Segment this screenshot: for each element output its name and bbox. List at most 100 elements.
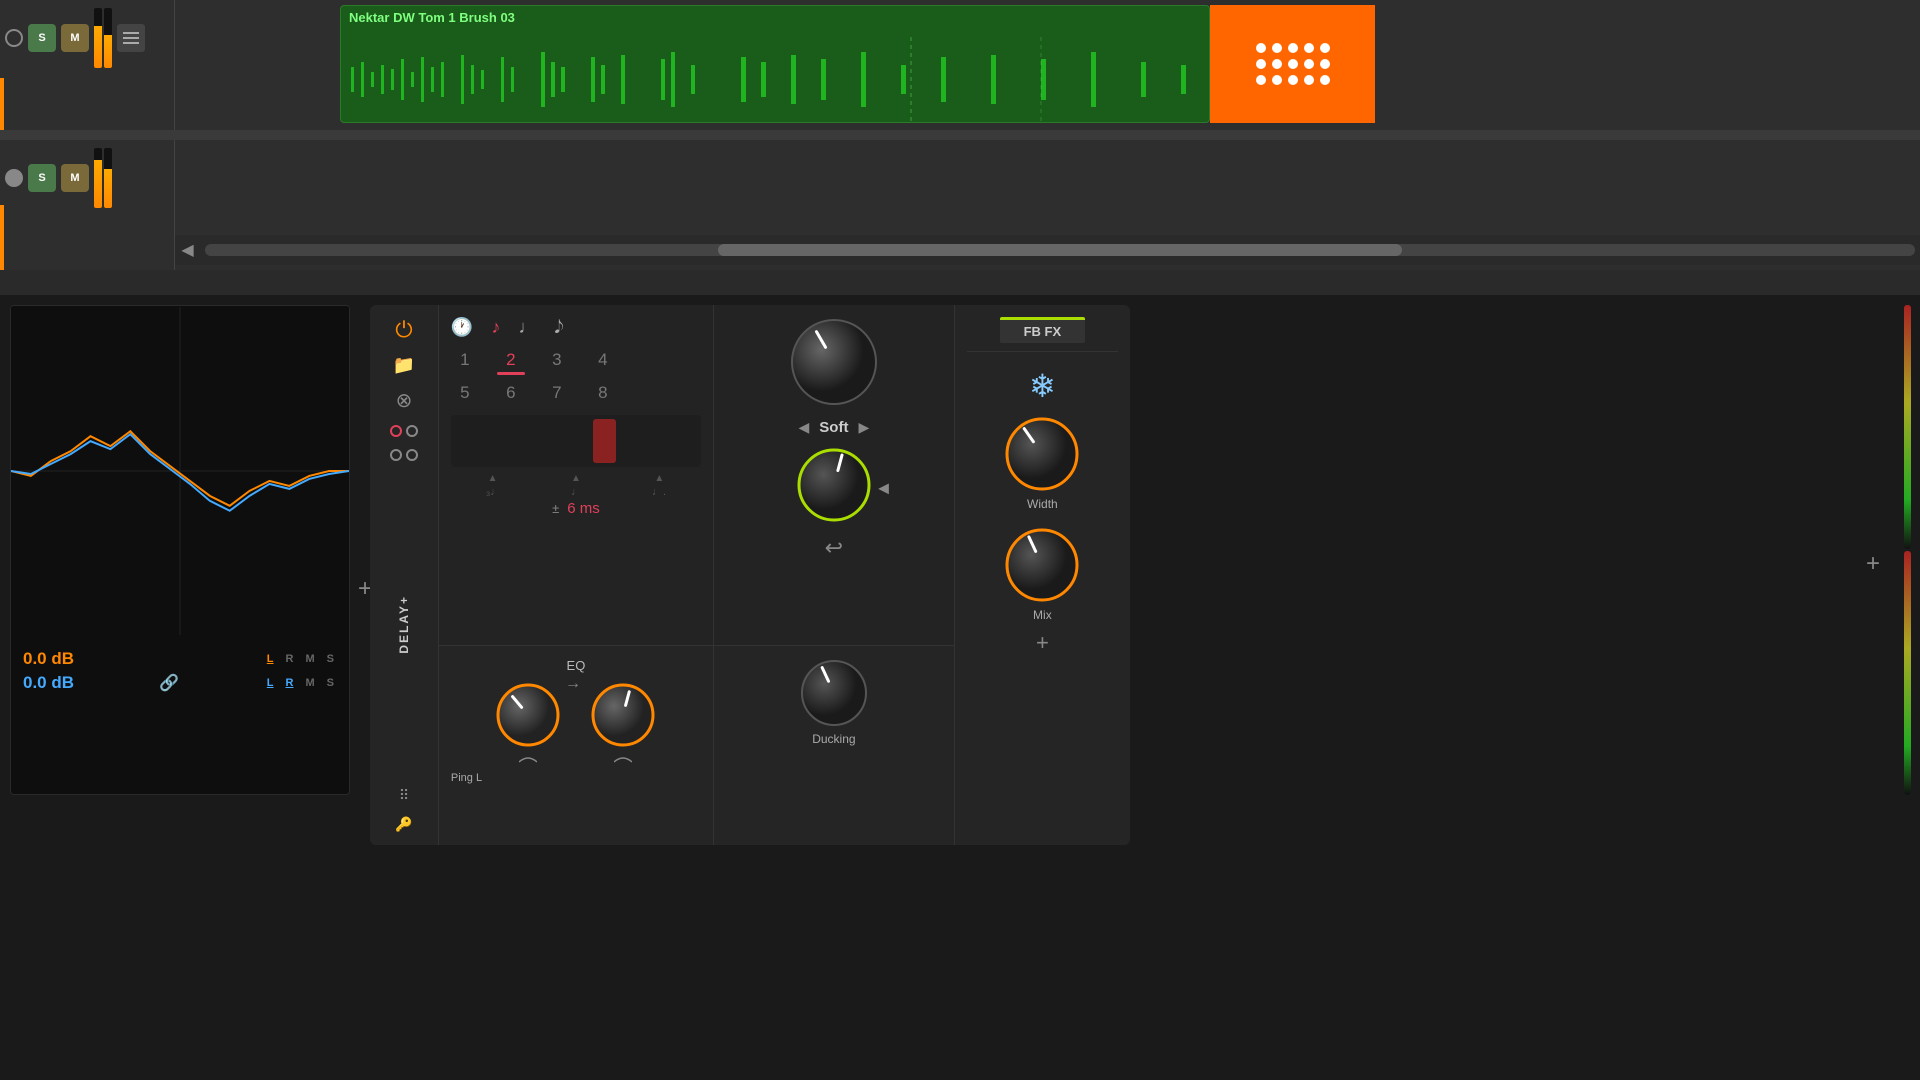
eq-knob-1[interactable] — [496, 683, 561, 748]
eq-knob-2-wrap — [591, 683, 656, 764]
s-btn-orange[interactable]: S — [324, 652, 337, 666]
width-label: Width — [1027, 497, 1058, 511]
scroll-left-arrow[interactable]: ◀ — [175, 238, 200, 263]
fbfx-col: FB FX ❄ Width — [955, 305, 1130, 845]
right-meter-strip — [1899, 305, 1915, 795]
track1-mute[interactable]: M — [61, 24, 89, 52]
track1-controls: S M — [0, 0, 175, 130]
chain-icon[interactable]: 🔗 — [159, 673, 179, 693]
note-icon-2[interactable]: ♩ — [518, 317, 536, 338]
step-7[interactable]: 7 — [543, 383, 571, 403]
plugin-link-icon[interactable]: ⊗ — [396, 388, 413, 413]
plugin-circles2-icon[interactable] — [390, 449, 418, 461]
analyzer-info: 0.0 dB L R M S 0.0 dB 🔗 L R M S — [11, 641, 349, 705]
second-knob[interactable] — [795, 446, 873, 524]
timeline-bar[interactable] — [451, 415, 701, 467]
track-row-1: S M Nektar DW Tom 1 Brush 03 — [0, 0, 1920, 130]
bottom-panel: 0.0 dB L R M S 0.0 dB 🔗 L R M S — [0, 295, 1920, 1080]
clock-icon[interactable]: 🕐 — [451, 317, 473, 338]
main-knob[interactable] — [789, 317, 879, 407]
tl-arrow-1: ▲ — [488, 473, 498, 484]
eq-curve-2 — [614, 752, 632, 764]
track1-orange-bar — [0, 78, 4, 130]
step-4[interactable]: 4 — [589, 350, 617, 375]
plugin-circles-icon[interactable] — [390, 425, 418, 437]
ducking-wrap: Ducking — [726, 658, 942, 746]
step-2[interactable]: 2 — [497, 350, 525, 375]
step-8[interactable]: 8 — [589, 383, 617, 403]
step-6[interactable]: 6 — [497, 383, 525, 403]
main-knob-wrap — [726, 317, 942, 407]
soft-prev-btn[interactable]: ◀ — [799, 419, 810, 436]
track2-controls: S M — [0, 140, 175, 270]
fbfx-title: FB FX — [1000, 317, 1086, 343]
right-meter-bar-1 — [1904, 305, 1911, 549]
right-meter-bar-2 — [1904, 551, 1911, 795]
s-btn-blue[interactable]: S — [324, 676, 337, 690]
ping-label: Ping L — [451, 772, 482, 784]
tl-arrows: ▲ ▲ ▲ — [451, 473, 701, 484]
db-orange: 0.0 dB — [23, 649, 74, 669]
analyzer-section: 0.0 dB L R M S 0.0 dB 🔗 L R M S — [10, 305, 350, 795]
step-row-1: 1 2 3 4 — [451, 350, 701, 375]
track1-record[interactable] — [5, 29, 23, 47]
track2-record[interactable] — [5, 169, 23, 187]
delay-timing-section: 🕐 ♪ ♩ 𝅘𝅥𝅮 1 2 3 4 5 6 7 8 — [439, 305, 713, 645]
audio-clip: Nektar DW Tom 1 Brush 03 — [340, 5, 1210, 123]
track2-solo[interactable]: S — [28, 164, 56, 192]
delay-plugin-label: DELAY+ — [397, 595, 411, 654]
delay-middle-col: 🕐 ♪ ♩ 𝅘𝅥𝅮 1 2 3 4 5 6 7 8 — [439, 305, 714, 845]
fbfx-header: FB FX — [967, 317, 1118, 352]
r-btn-orange[interactable]: R — [283, 652, 297, 666]
sub-note-3: ♩. — [652, 486, 666, 498]
l-btn-blue[interactable]: L — [264, 676, 277, 690]
soft-label: Soft — [819, 419, 848, 436]
note-icons-row: 🕐 ♪ ♩ 𝅘𝅥𝅮 — [451, 317, 701, 350]
step-5[interactable]: 5 — [451, 383, 479, 403]
ducking-arrow: → — [565, 675, 581, 693]
eq-label: EQ — [451, 658, 701, 673]
plugin-power-icon[interactable]: ⏻ — [395, 317, 412, 343]
db-blue: 0.0 dB — [23, 673, 74, 693]
fbfx-plus-btn[interactable]: + — [967, 630, 1118, 656]
scroll-thumb[interactable] — [718, 244, 1402, 256]
scroll-track[interactable] — [205, 244, 1915, 256]
r-btn-blue-underline[interactable]: R — [283, 676, 297, 690]
step-3[interactable]: 3 — [543, 350, 571, 375]
sub-note-2: ♩ — [571, 486, 582, 498]
add-right-button[interactable]: + — [1866, 550, 1880, 578]
snowflake-icon[interactable]: ❄ — [967, 367, 1118, 405]
note-icon-1[interactable]: ♪ — [491, 317, 500, 338]
width-knob[interactable] — [1003, 415, 1081, 493]
m-btn-blue[interactable]: M — [302, 676, 317, 690]
loop-icon[interactable]: ↩ — [825, 535, 843, 561]
plugin-key-icon[interactable]: 🔑 — [395, 816, 412, 833]
track1-menu-icon[interactable] — [117, 24, 145, 52]
second-knob-container: ◀ — [795, 446, 873, 529]
eq-knob-1-wrap — [496, 683, 561, 764]
l-btn-orange[interactable]: L — [264, 652, 277, 666]
track2-mute[interactable]: M — [61, 164, 89, 192]
step-1[interactable]: 1 — [451, 350, 479, 375]
second-knob-wrap: ◀ ↩ — [726, 446, 942, 561]
db-row-orange: 0.0 dB L R M S — [23, 649, 337, 669]
soft-next-btn[interactable]: ▶ — [858, 419, 869, 436]
knob2-arrow[interactable]: ◀ — [878, 479, 889, 496]
track1-solo[interactable]: S — [28, 24, 56, 52]
note-icon-3[interactable]: 𝅘𝅥𝅮 — [554, 317, 563, 338]
step-row-2: 5 6 7 8 — [451, 383, 701, 403]
plugin-dots-icon[interactable]: ⠿ — [399, 787, 409, 804]
clip-title: Nektar DW Tom 1 Brush 03 — [341, 6, 1209, 29]
sub-note-row: ₃♩ ♩ ♩. — [451, 486, 701, 498]
track2-orange-bar — [0, 205, 4, 270]
ducking-knob[interactable] — [799, 658, 869, 728]
timeline-position — [593, 419, 616, 463]
m-btn-orange[interactable]: M — [302, 652, 317, 666]
delay-right-col: ◀ Soft ▶ ◀ ↩ — [714, 305, 955, 845]
mix-knob[interactable] — [1003, 526, 1081, 604]
scrollbar-area: ◀ — [175, 235, 1920, 265]
eq-knob-2[interactable] — [591, 683, 656, 748]
offset-value: 6 ms — [567, 500, 600, 517]
plugin-folder-icon[interactable]: 📁 — [393, 355, 415, 376]
logo-area — [1210, 5, 1375, 123]
